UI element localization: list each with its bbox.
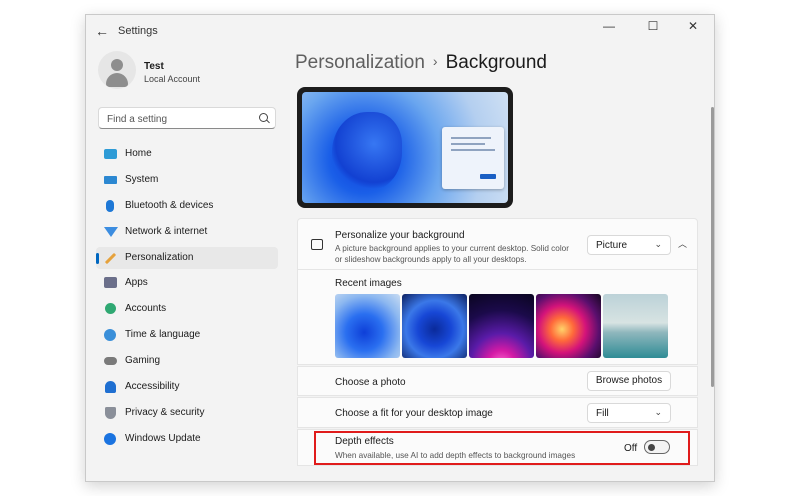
sidebar-item-label: Bluetooth & devices [125, 199, 214, 211]
personalize-title: Personalize your background [335, 230, 465, 241]
recent-image-thumbnail[interactable] [335, 294, 400, 358]
accounts-icon [105, 303, 116, 315]
title-bar: ← Settings — ☐ ✕ [86, 15, 714, 47]
chevron-down-icon: ⌄ [654, 239, 662, 249]
sidebar-item-system[interactable]: System [96, 169, 278, 191]
recent-images-label: Recent images [335, 278, 402, 289]
sidebar-nav: Home System Bluetooth & devices Network … [96, 143, 278, 454]
choose-fit-label: Choose a fit for your desktop image [335, 408, 493, 419]
maximize-button[interactable]: ☐ [636, 15, 670, 39]
apps-icon [104, 277, 117, 289]
sidebar-item-label: Time & language [125, 329, 201, 341]
sidebar-item-network[interactable]: Network & internet [96, 221, 278, 243]
choose-photo-label: Choose a photo [335, 377, 406, 388]
home-icon [104, 149, 117, 159]
sidebar-item-label: Personalization [125, 251, 194, 263]
browse-photos-button[interactable]: Browse photos [587, 371, 671, 391]
close-button[interactable]: ✕ [676, 15, 710, 39]
sidebar-item-windows-update[interactable]: Windows Update [96, 428, 278, 450]
sidebar-item-home[interactable]: Home [96, 143, 278, 165]
recent-image-thumbnail[interactable] [603, 294, 668, 358]
sidebar-item-privacy[interactable]: Privacy & security [96, 402, 278, 424]
dropdown-value: Picture [596, 240, 628, 251]
avatar [98, 51, 136, 89]
search-input[interactable] [105, 111, 254, 127]
annotation-highlight-box [314, 431, 690, 465]
app-title: Settings [118, 25, 158, 37]
sidebar-item-label: Accessibility [125, 381, 180, 393]
chevron-up-icon[interactable]: ︿ [678, 237, 687, 250]
accessibility-icon [105, 381, 116, 394]
sidebar-item-accounts[interactable]: Accounts [96, 298, 278, 320]
preview-dialog-graphic [442, 127, 504, 189]
sidebar-item-label: Windows Update [125, 432, 201, 444]
personalize-background-row[interactable]: Personalize your background A picture ba… [297, 218, 698, 270]
system-icon [104, 175, 117, 184]
fit-dropdown[interactable]: Fill ⌄ [587, 403, 671, 423]
search-icon[interactable] [259, 113, 268, 122]
user-name: Test [144, 61, 164, 72]
bluetooth-icon [106, 199, 114, 212]
wallpaper-preview-image [302, 92, 508, 203]
desktop-preview [297, 87, 513, 208]
minimize-button[interactable]: — [592, 15, 626, 39]
recent-images-section: Recent images [297, 270, 698, 365]
sidebar-item-label: Privacy & security [125, 406, 205, 418]
wifi-icon [104, 226, 118, 237]
recent-image-thumbnail[interactable] [402, 294, 467, 358]
sidebar-item-personalization[interactable]: Personalization [96, 246, 278, 269]
sidebar-item-label: Apps [125, 277, 148, 289]
chevron-right-icon: › [432, 53, 438, 69]
sidebar-item-label: Network & internet [125, 225, 208, 237]
page-title: Background [445, 52, 547, 73]
scrollbar[interactable] [711, 107, 714, 387]
picture-icon [311, 239, 323, 250]
update-icon [104, 432, 116, 445]
user-account-type: Local Account [144, 74, 201, 84]
chevron-down-icon: ⌄ [654, 407, 662, 417]
sidebar-item-label: Home [125, 148, 152, 159]
breadcrumb: Personalization › Background [295, 52, 547, 74]
brush-icon [104, 252, 117, 264]
sidebar-item-bluetooth[interactable]: Bluetooth & devices [96, 195, 278, 217]
choose-photo-row: Choose a photo Browse photos [297, 366, 698, 396]
choose-fit-row: Choose a fit for your desktop image Fill… [297, 397, 698, 428]
personalize-description: A picture background applies to your cur… [335, 244, 569, 264]
breadcrumb-parent[interactable]: Personalization [295, 52, 425, 73]
sidebar-item-gaming[interactable]: Gaming [96, 350, 278, 372]
sidebar-item-accessibility[interactable]: Accessibility [96, 376, 278, 398]
sidebar-item-apps[interactable]: Apps [96, 272, 278, 294]
sidebar-item-label: Gaming [125, 355, 161, 367]
controller-icon [104, 357, 117, 366]
sidebar-item-label: System [125, 173, 159, 185]
globe-icon [104, 329, 116, 342]
settings-window: ← Settings — ☐ ✕ Test Local Account Home… [85, 14, 715, 482]
sidebar-item-time-language[interactable]: Time & language [96, 324, 278, 346]
recent-image-thumbnail[interactable] [536, 294, 601, 358]
back-arrow-icon[interactable]: ← [94, 23, 110, 39]
sidebar-item-label: Accounts [125, 303, 167, 315]
recent-image-thumbnail[interactable] [469, 294, 534, 358]
shield-icon [105, 406, 116, 419]
background-type-dropdown[interactable]: Picture ⌄ [587, 235, 671, 255]
search-box[interactable] [98, 107, 276, 129]
dropdown-value: Fill [596, 408, 609, 419]
